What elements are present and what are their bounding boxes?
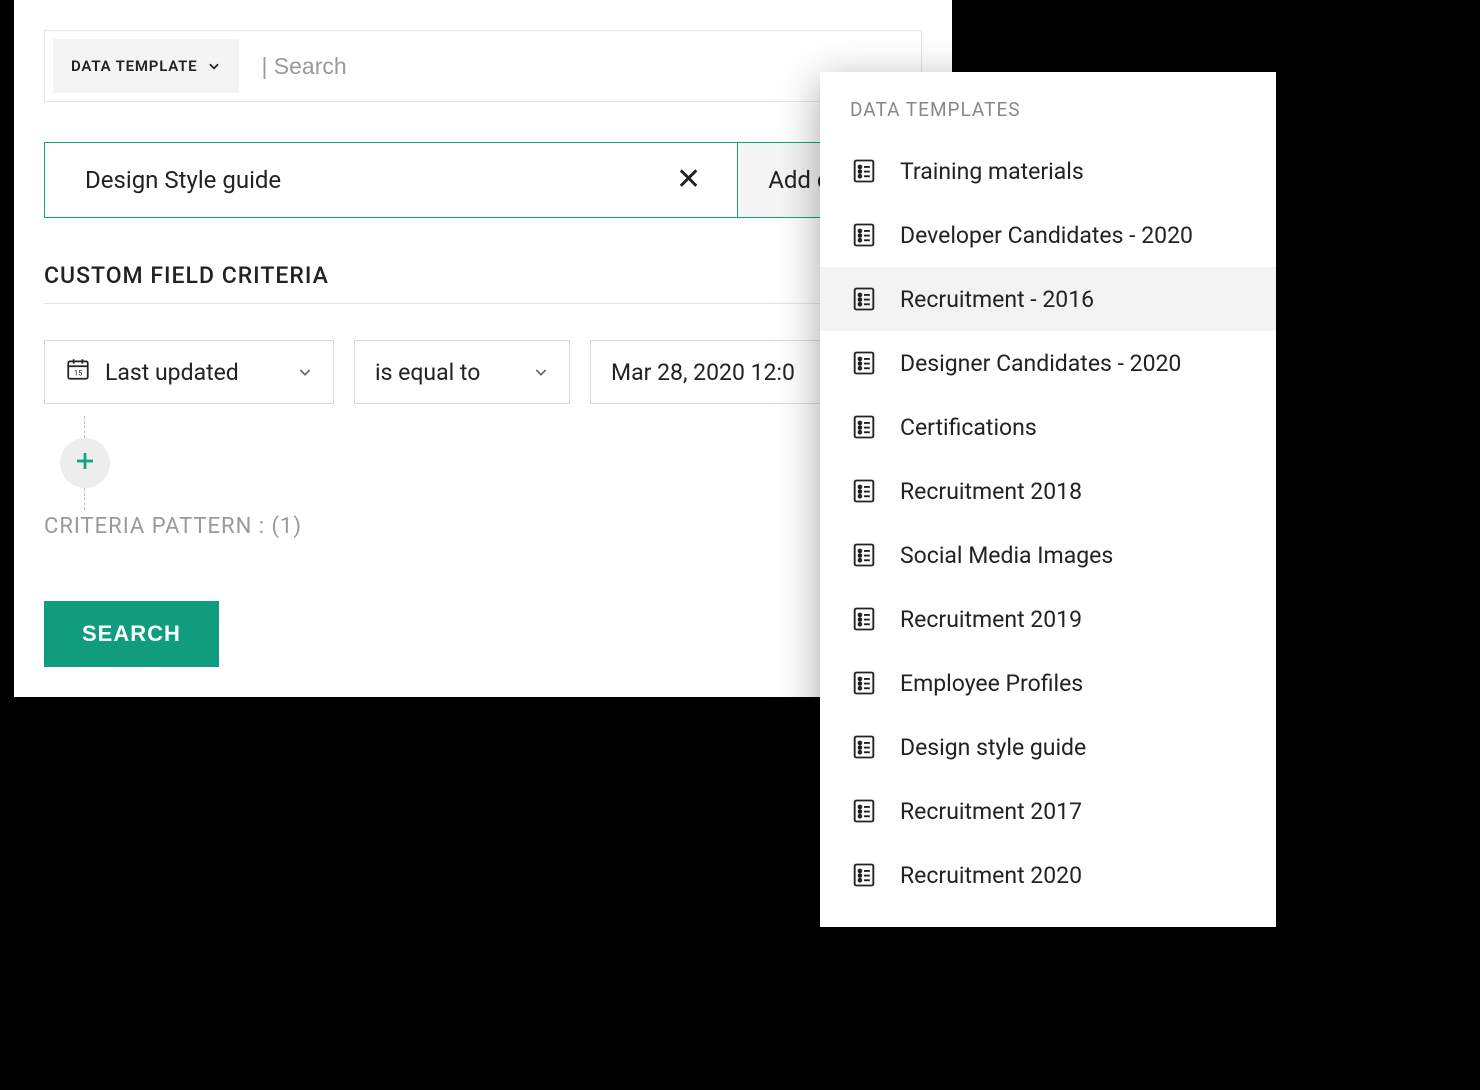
template-icon bbox=[850, 669, 878, 697]
field-select[interactable]: 15 Last updated bbox=[44, 340, 334, 404]
add-criteria-row-button[interactable] bbox=[60, 438, 110, 488]
template-icon bbox=[850, 477, 878, 505]
criteria-chip-label: Design Style guide bbox=[85, 166, 281, 194]
template-item-label: Social Media Images bbox=[900, 542, 1113, 569]
template-icon bbox=[850, 285, 878, 313]
template-item[interactable]: Designer Candidates - 2020 bbox=[820, 331, 1276, 395]
connector-line bbox=[84, 416, 85, 438]
search-button[interactable]: SEARCH bbox=[44, 601, 219, 667]
template-icon bbox=[850, 221, 878, 249]
data-template-label: DATA TEMPLATE bbox=[71, 57, 197, 75]
template-item-label: Recruitment - 2016 bbox=[900, 286, 1094, 313]
template-item-label: Recruitment 2020 bbox=[900, 862, 1082, 889]
template-item[interactable]: Recruitment 2017 bbox=[820, 779, 1276, 843]
field-select-label: Last updated bbox=[105, 359, 283, 386]
template-item[interactable]: Developer Candidates - 2020 bbox=[820, 203, 1276, 267]
template-item[interactable]: Certifications bbox=[820, 395, 1276, 459]
template-item-label: Employee Profiles bbox=[900, 670, 1083, 697]
data-template-dropdown-trigger[interactable]: DATA TEMPLATE bbox=[53, 39, 239, 93]
template-icon bbox=[850, 157, 878, 185]
template-item[interactable]: Recruitment 2020 bbox=[820, 843, 1276, 907]
operator-select[interactable]: is equal to bbox=[354, 340, 570, 404]
search-button-label: SEARCH bbox=[82, 621, 181, 647]
template-item-label: Training materials bbox=[900, 158, 1084, 185]
template-icon bbox=[850, 605, 878, 633]
close-icon[interactable]: ✕ bbox=[670, 163, 707, 197]
chevron-down-icon bbox=[207, 59, 221, 73]
template-icon bbox=[850, 797, 878, 825]
template-item[interactable]: Recruitment 2019 bbox=[820, 587, 1276, 651]
data-templates-dropdown: DATA TEMPLATES Training materials Develop… bbox=[820, 72, 1276, 927]
chevron-down-icon bbox=[533, 359, 549, 386]
template-item-label: Developer Candidates - 2020 bbox=[900, 222, 1193, 249]
criteria-chip[interactable]: Design Style guide ✕ bbox=[45, 143, 737, 217]
template-icon bbox=[850, 413, 878, 441]
main-panel: DATA TEMPLATE Design Style guide ✕ Add c… bbox=[14, 0, 952, 697]
template-item[interactable]: Recruitment - 2016 bbox=[820, 267, 1276, 331]
plus-icon bbox=[73, 449, 97, 477]
template-item-label: Design style guide bbox=[900, 734, 1086, 761]
dropdown-list: Training materials Developer Candidates -… bbox=[820, 139, 1276, 907]
template-item[interactable]: Training materials bbox=[820, 139, 1276, 203]
template-item[interactable]: Social Media Images bbox=[820, 523, 1276, 587]
criteria-chip-row: Design Style guide ✕ Add criteria bbox=[44, 142, 922, 218]
template-icon bbox=[850, 541, 878, 569]
chevron-down-icon bbox=[297, 359, 313, 386]
search-bar: DATA TEMPLATE bbox=[44, 30, 922, 102]
template-icon bbox=[850, 349, 878, 377]
custom-field-criteria-title: CUSTOM FIELD CRITERIA bbox=[44, 262, 922, 304]
connector-line bbox=[84, 488, 85, 510]
template-item-label: Certifications bbox=[900, 414, 1037, 441]
template-item[interactable]: Employee Profiles bbox=[820, 651, 1276, 715]
template-icon bbox=[850, 733, 878, 761]
template-item-label: Recruitment 2017 bbox=[900, 798, 1082, 825]
template-item-label: Designer Candidates - 2020 bbox=[900, 350, 1181, 377]
dropdown-header: DATA TEMPLATES bbox=[820, 98, 1276, 139]
template-item[interactable]: Design style guide bbox=[820, 715, 1276, 779]
search-input[interactable] bbox=[239, 31, 921, 101]
template-item[interactable]: Recruitment 2018 bbox=[820, 459, 1276, 523]
template-item-label: Recruitment 2019 bbox=[900, 606, 1082, 633]
template-icon bbox=[850, 861, 878, 889]
operator-select-label: is equal to bbox=[375, 359, 519, 386]
criteria-pattern-text: CRITERIA PATTERN : (1) bbox=[44, 514, 922, 539]
template-item-label: Recruitment 2018 bbox=[900, 478, 1082, 505]
criteria-row: 15 Last updated is equal to Mar 28, 2020… bbox=[44, 340, 922, 404]
svg-text:15: 15 bbox=[74, 369, 83, 378]
calendar-icon: 15 bbox=[65, 356, 91, 388]
